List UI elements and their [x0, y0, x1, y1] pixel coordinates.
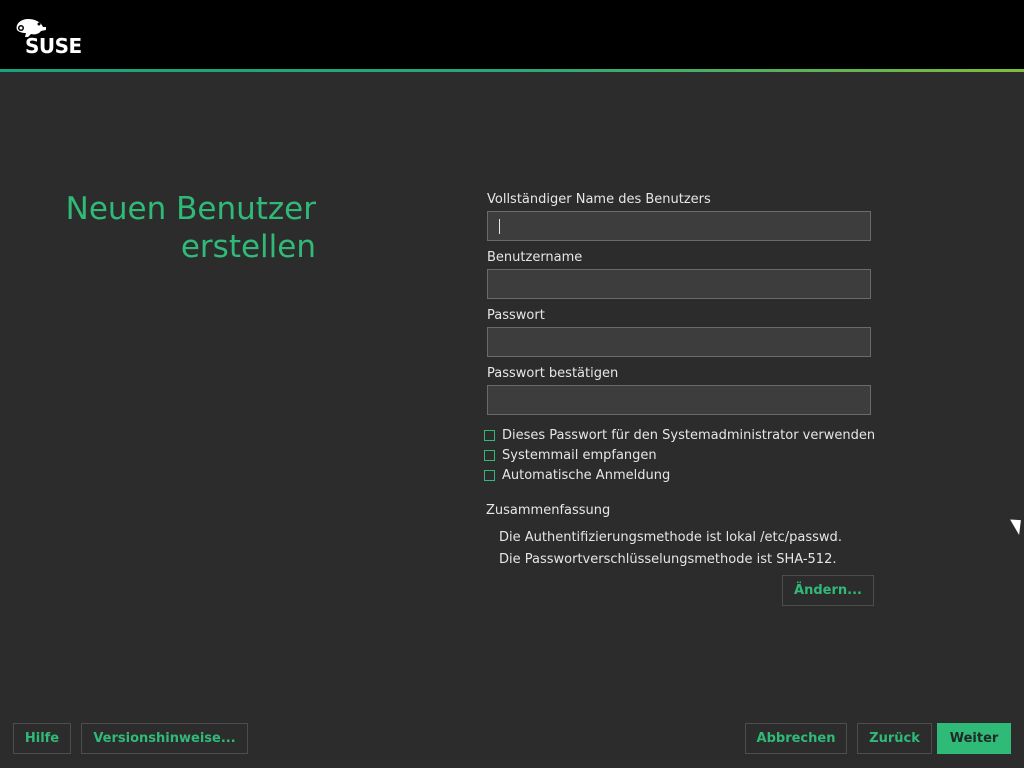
abort-button[interactable]: Abbrechen: [745, 723, 847, 754]
back-button[interactable]: Zurück: [857, 723, 932, 754]
password-confirm-label: Passwort bestätigen: [487, 366, 619, 381]
password-confirm-input[interactable]: [487, 385, 871, 415]
use-for-admin-checkbox[interactable]: [484, 429, 495, 441]
mouse-pointer-icon: [1010, 514, 1024, 536]
auto-login-checkbox-row[interactable]: Automatische Anmeldung: [484, 467, 670, 483]
password-input[interactable]: [487, 327, 871, 357]
release-notes-button[interactable]: Versionshinweise...: [81, 723, 248, 754]
page-title-line2: erstellen: [180, 229, 316, 265]
full-name-input[interactable]: [487, 211, 871, 241]
change-button[interactable]: Ändern...: [782, 575, 874, 606]
use-for-admin-label: Dieses Passwort für den Systemadministra…: [502, 427, 876, 443]
system-mail-label: Systemmail empfangen: [502, 447, 657, 463]
summary-auth-method: Die Authentifizierungsmethode ist lokal …: [499, 530, 842, 545]
full-name-label: Vollständiger Name des Benutzers: [487, 192, 711, 207]
suse-logo: SUSE: [13, 16, 89, 58]
top-bar: SUSE: [0, 0, 1024, 69]
auto-login-label: Automatische Anmeldung: [502, 467, 671, 483]
system-mail-checkbox-row[interactable]: Systemmail empfangen: [484, 447, 657, 463]
summary-encryption-method: Die Passwortverschlüsselungsmethode ist …: [499, 552, 837, 567]
text-caret: [499, 219, 500, 234]
username-input[interactable]: [487, 269, 871, 299]
header-accent-line: [0, 69, 1024, 72]
next-button[interactable]: Weiter: [937, 723, 1011, 754]
page-title-line1: Neuen Benutzer: [65, 191, 316, 227]
summary-title: Zusammenfassung: [486, 503, 611, 518]
auto-login-checkbox[interactable]: [484, 469, 495, 481]
brand-name: SUSE: [25, 34, 82, 58]
password-label: Passwort: [487, 308, 545, 323]
use-for-admin-checkbox-row[interactable]: Dieses Passwort für den Systemadministra…: [484, 427, 875, 443]
system-mail-checkbox[interactable]: [484, 449, 495, 461]
help-button[interactable]: Hilfe: [13, 723, 71, 754]
username-label: Benutzername: [487, 250, 583, 265]
page-title: Neuen Benutzer erstellen: [40, 190, 316, 266]
